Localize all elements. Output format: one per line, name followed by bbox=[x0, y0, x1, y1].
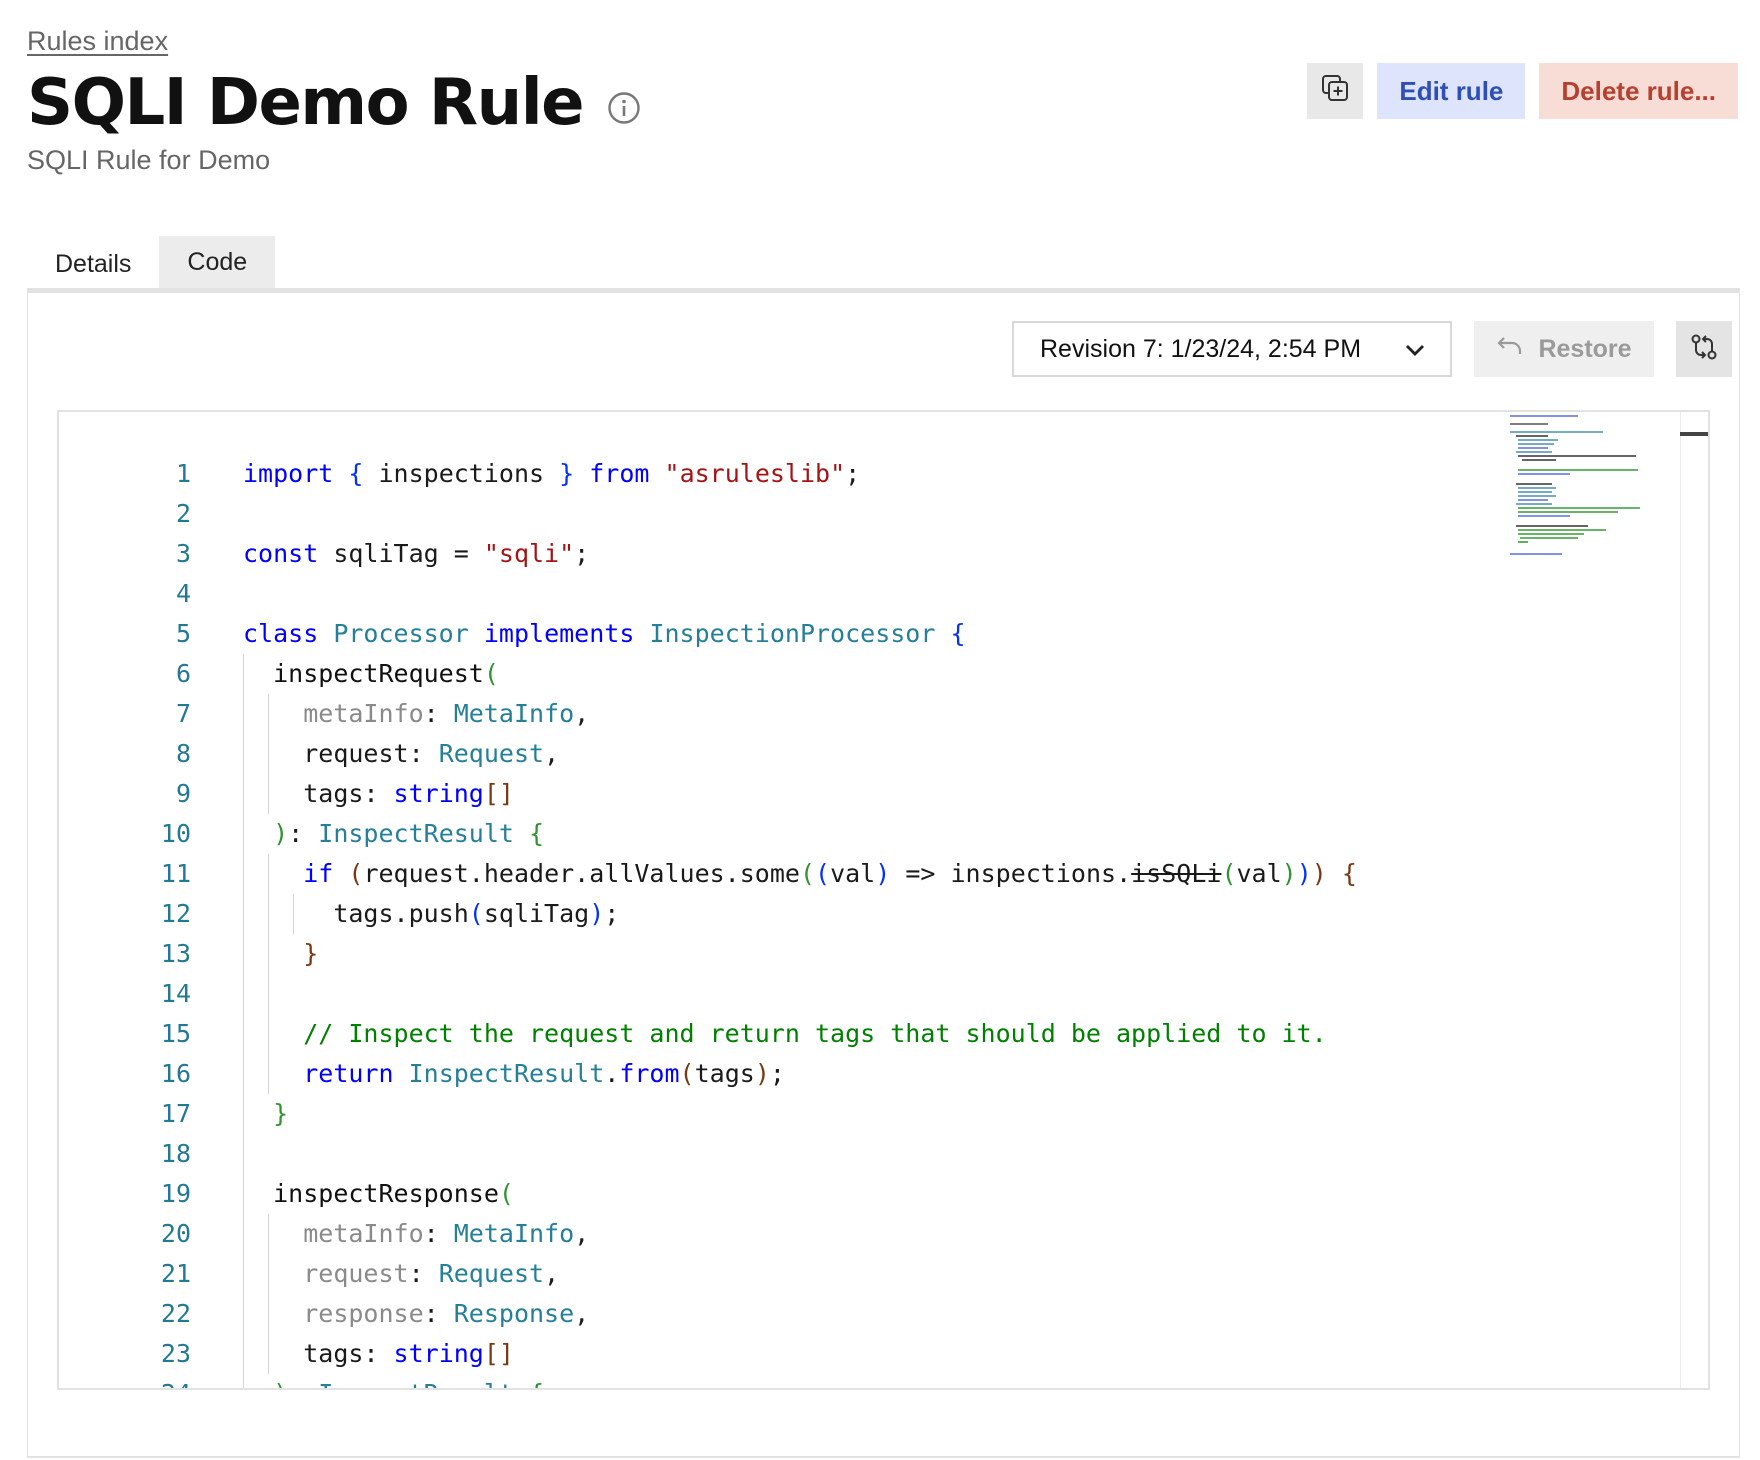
code-line: 5 class Processor implements InspectionPr… bbox=[59, 614, 1357, 654]
scrollbar-thumb[interactable] bbox=[1680, 432, 1708, 436]
code-line: 10 ): InspectResult { bbox=[59, 814, 1357, 854]
code-line: 12 tags.push(sqliTag); bbox=[59, 894, 1357, 934]
code-line: 6 inspectRequest( bbox=[59, 654, 1357, 694]
duplicate-rule-button[interactable] bbox=[1307, 63, 1364, 119]
line-number: 9 bbox=[175, 779, 191, 808]
code-line: 13 } bbox=[59, 934, 1357, 974]
revision-select[interactable]: Revision 7: 1/23/24, 2:54 PM bbox=[1012, 321, 1452, 377]
line-number: 23 bbox=[160, 1339, 191, 1368]
line-number: 8 bbox=[175, 739, 191, 768]
line-number: 18 bbox=[160, 1139, 191, 1168]
edit-rule-button[interactable]: Edit rule bbox=[1377, 63, 1526, 119]
page-subtitle: SQLI Rule for Demo bbox=[27, 145, 271, 175]
restore-label: Restore bbox=[1538, 334, 1632, 363]
code-line: 21 request: Request, bbox=[59, 1254, 1357, 1294]
line-number: 2 bbox=[175, 499, 191, 528]
restore-button[interactable]: Restore bbox=[1474, 321, 1654, 377]
code-line: 2 bbox=[59, 494, 1357, 534]
code-line: 9 tags: string[] bbox=[59, 774, 1357, 814]
line-number: 5 bbox=[175, 619, 191, 648]
code-line: 3 const sqliTag = "sqli"; bbox=[59, 534, 1357, 574]
code-editor[interactable]: 1 import { inspections } from "asruleslib… bbox=[57, 410, 1710, 1390]
tab-code[interactable]: Code bbox=[159, 236, 276, 292]
line-number: 17 bbox=[160, 1099, 191, 1128]
header-actions: Edit rule Delete rule... bbox=[1307, 63, 1738, 119]
line-number: 7 bbox=[175, 699, 191, 728]
code-minimap[interactable] bbox=[1508, 412, 1678, 582]
code-line: 18 bbox=[59, 1134, 1357, 1174]
code-line: 8 request: Request, bbox=[59, 734, 1357, 774]
code-lines: 1 import { inspections } from "asruleslib… bbox=[59, 454, 1357, 1388]
code-line: 15 // Inspect the request and return tag… bbox=[59, 1014, 1357, 1054]
line-number: 13 bbox=[160, 939, 191, 968]
code-line: 17 } bbox=[59, 1094, 1357, 1134]
code-line: 23 tags: string[] bbox=[59, 1334, 1357, 1374]
line-number: 15 bbox=[160, 1019, 191, 1048]
git-compare-icon bbox=[1689, 332, 1719, 367]
title-row: SQLI Demo Rule bbox=[27, 66, 641, 140]
line-number: 14 bbox=[160, 979, 191, 1008]
chevron-down-icon bbox=[1404, 335, 1426, 364]
compare-revisions-button[interactable] bbox=[1676, 321, 1732, 377]
line-number: 3 bbox=[175, 539, 191, 568]
undo-icon bbox=[1496, 335, 1524, 364]
line-number: 22 bbox=[160, 1299, 191, 1328]
page-title: SQLI Demo Rule bbox=[27, 66, 585, 140]
line-number: 20 bbox=[160, 1219, 191, 1248]
code-line: 19 inspectResponse( bbox=[59, 1174, 1357, 1214]
code-line: 16 return InspectResult.from(tags); bbox=[59, 1054, 1357, 1094]
copy-plus-icon bbox=[1320, 73, 1350, 110]
line-number: 19 bbox=[160, 1179, 191, 1208]
line-number: 24 bbox=[59, 1374, 191, 1388]
line-number: 11 bbox=[160, 859, 191, 888]
code-line: 4 bbox=[59, 574, 1357, 614]
line-number: 16 bbox=[160, 1059, 191, 1088]
line-number: 6 bbox=[175, 659, 191, 688]
line-number: 12 bbox=[160, 899, 191, 928]
code-line: 1 import { inspections } from "asruleslib… bbox=[59, 454, 1357, 494]
revision-select-value: Revision 7: 1/23/24, 2:54 PM bbox=[1040, 334, 1362, 363]
code-line: 11 if (request.header.allValues.some((va… bbox=[59, 854, 1357, 894]
line-number: 1 bbox=[175, 459, 191, 488]
code-line: 14 bbox=[59, 974, 1357, 1014]
delete-rule-button[interactable]: Delete rule... bbox=[1539, 63, 1738, 119]
breadcrumb-rules-index[interactable]: Rules index bbox=[27, 26, 168, 57]
tab-bar: Details Code bbox=[27, 236, 276, 292]
tab-details[interactable]: Details bbox=[27, 236, 159, 292]
code-line: 22 response: Response, bbox=[59, 1294, 1357, 1334]
line-number: 4 bbox=[175, 579, 191, 608]
code-line: 20 metaInfo: MetaInfo, bbox=[59, 1214, 1357, 1254]
editor-scrollbar[interactable] bbox=[1680, 412, 1708, 1388]
revision-toolbar: Revision 7: 1/23/24, 2:54 PM Restore bbox=[1012, 321, 1732, 377]
info-icon[interactable] bbox=[607, 91, 641, 125]
code-line: 7 metaInfo: MetaInfo, bbox=[59, 694, 1357, 734]
line-number: 21 bbox=[160, 1259, 191, 1288]
line-number: 10 bbox=[160, 819, 191, 848]
code-line: 24 ): InspectResult { bbox=[59, 1374, 1357, 1388]
